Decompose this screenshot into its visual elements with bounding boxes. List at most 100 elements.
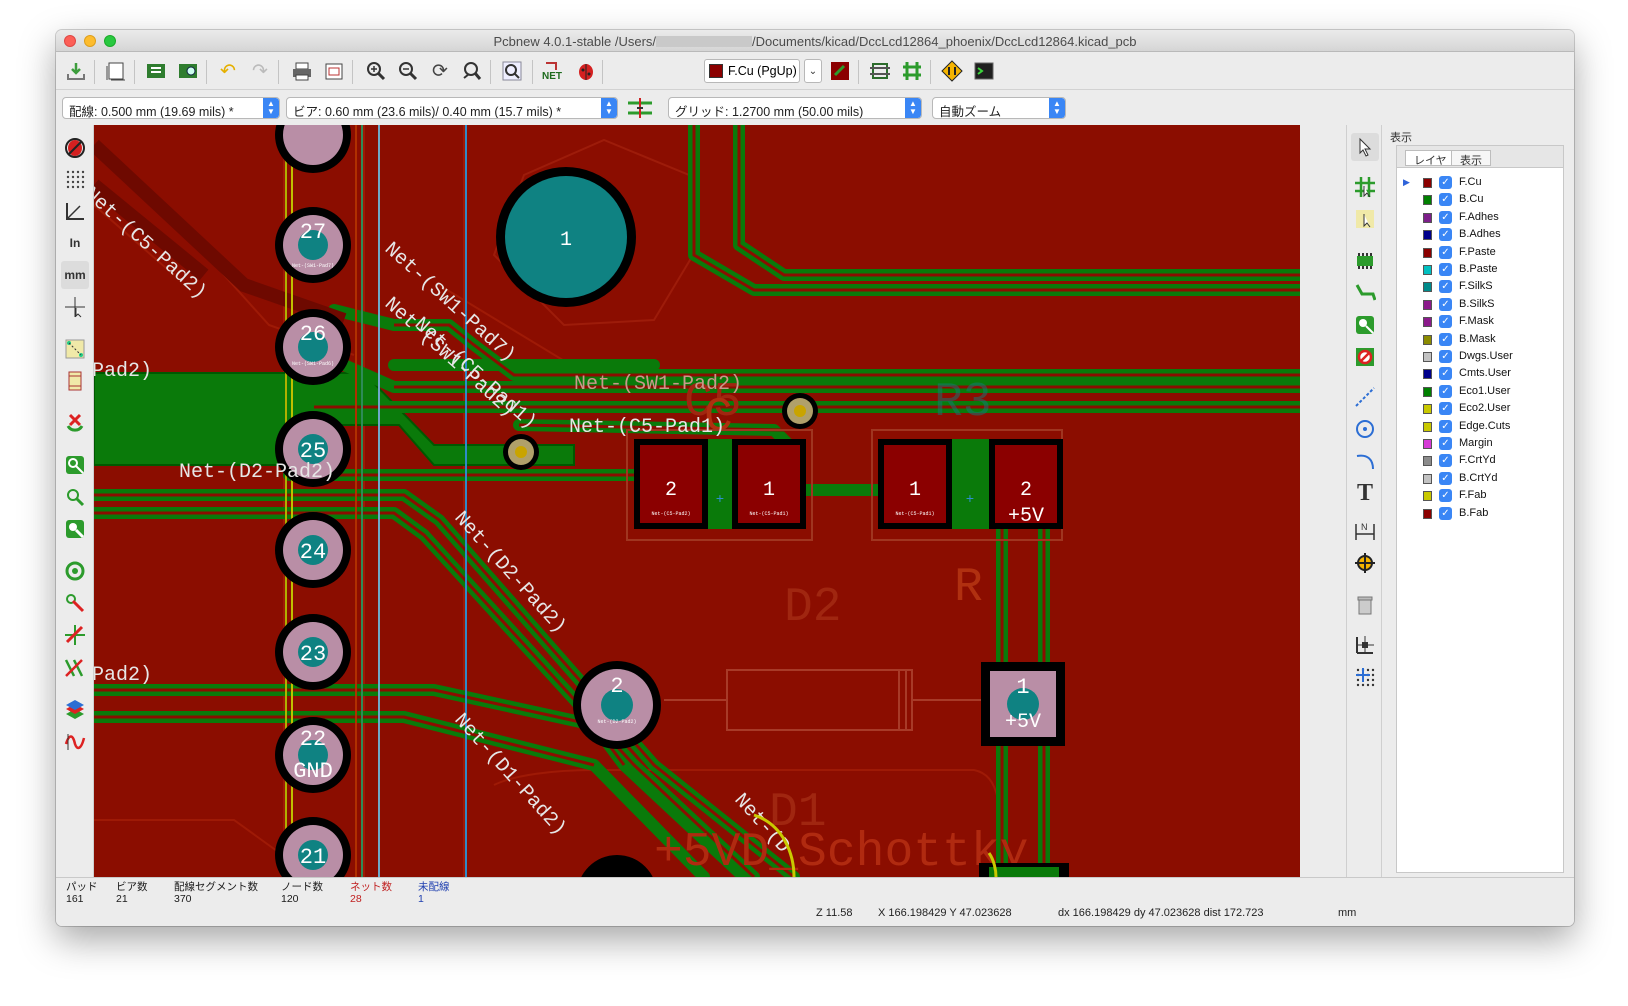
layer-visibility-checkbox[interactable]: ✓ (1439, 419, 1452, 433)
highlight-net-icon[interactable] (1351, 173, 1379, 201)
zoom-select[interactable]: 自動ズーム ▲ ▼ (932, 97, 1066, 119)
scripting-console-icon[interactable] (970, 57, 998, 85)
active-layer-select[interactable]: F.Cu (PgUp) (704, 59, 800, 83)
layer-visibility-checkbox[interactable]: ✓ (1439, 245, 1452, 259)
layer-color-swatch[interactable] (1423, 334, 1432, 345)
layer-visibility-checkbox[interactable]: ✓ (1439, 210, 1452, 224)
ratsnest-icon[interactable] (61, 335, 89, 363)
layer-visibility-checkbox[interactable]: ✓ (1439, 176, 1452, 189)
module-ratsnest-icon[interactable] (61, 367, 89, 395)
zone-outline-icon[interactable] (61, 557, 89, 585)
high-contrast-icon[interactable] (61, 589, 89, 617)
add-arc-icon[interactable] (1351, 447, 1379, 475)
layer-row[interactable]: ✓ F.Adhes (1397, 209, 1563, 226)
pcb-canvas[interactable]: 27 26 25 24 23 22 GND 21 Net-(SW1-Pad7) … (94, 125, 1300, 877)
chevron-down-icon[interactable]: ⌄ (804, 59, 822, 83)
redraw-icon[interactable]: ⟳ (426, 57, 454, 85)
add-circle-icon[interactable] (1351, 415, 1379, 443)
layer-color-swatch[interactable] (1423, 299, 1432, 310)
add-footprint-icon[interactable] (1351, 247, 1379, 275)
layer-pair-icon[interactable] (826, 57, 854, 85)
show-microwave-icon[interactable] (61, 621, 89, 649)
layer-row[interactable]: ✓ Eco2.User (1397, 400, 1563, 417)
layer-visibility-checkbox[interactable]: ✓ (1439, 489, 1452, 503)
layer-row[interactable]: ✓ F.CrtYd (1397, 452, 1563, 469)
via-size-select[interactable]: ビア: 0.60 mm (23.6 mils)/ 0.40 mm (15.7 m… (286, 97, 618, 119)
save-board-icon[interactable] (62, 57, 90, 85)
layer-color-swatch[interactable] (1423, 404, 1432, 415)
layer-visibility-checkbox[interactable]: ✓ (1439, 193, 1452, 207)
microwave-toolbar-icon[interactable] (61, 727, 89, 755)
print-icon[interactable] (288, 57, 316, 85)
layer-row[interactable]: ✓ F.Mask (1397, 313, 1563, 330)
zoom-out-icon[interactable] (394, 57, 422, 85)
layer-color-swatch[interactable] (1423, 195, 1432, 206)
layer-color-swatch[interactable] (1423, 491, 1432, 502)
layer-visibility-checkbox[interactable]: ✓ (1439, 228, 1452, 242)
tab-render[interactable]: 表示 (1451, 150, 1491, 167)
layer-color-swatch[interactable] (1423, 439, 1432, 449)
layer-row[interactable]: ▶ ✓ F.Cu (1397, 174, 1563, 191)
layer-color-swatch[interactable] (1423, 230, 1432, 241)
delete-trash-icon[interactable] (1351, 591, 1379, 619)
redo-icon[interactable]: ↷ (246, 57, 274, 85)
layer-row[interactable]: ✓ F.SilkS (1397, 278, 1563, 295)
layer-visibility-checkbox[interactable]: ✓ (1439, 402, 1452, 416)
polar-coords-icon[interactable] (61, 197, 89, 225)
netlist-icon[interactable]: NET (540, 57, 568, 85)
layer-visibility-checkbox[interactable]: ✓ (1439, 454, 1452, 468)
track-width-select[interactable]: 配線: 0.500 mm (19.69 mils) * ▲ ▼ (62, 97, 280, 119)
library-browser-icon[interactable] (174, 57, 202, 85)
tab-layers[interactable]: レイヤ (1405, 150, 1456, 167)
cursor-shape-icon[interactable] (61, 293, 89, 321)
zoom-fit-icon[interactable] (458, 57, 486, 85)
layer-color-swatch[interactable] (1423, 352, 1432, 362)
layer-color-swatch[interactable] (1423, 265, 1432, 275)
add-text-icon[interactable]: T (1351, 479, 1379, 507)
track-sketch-icon[interactable] (61, 515, 89, 543)
pad-sketch-icon[interactable] (61, 451, 89, 479)
mm-units-icon[interactable]: mm (61, 261, 89, 289)
auto-track-width-icon[interactable] (626, 94, 654, 122)
layer-row[interactable]: ✓ Margin (1397, 435, 1563, 452)
layer-visibility-checkbox[interactable]: ✓ (1439, 350, 1452, 363)
add-via-icon[interactable] (1351, 311, 1379, 339)
via-sketch-icon[interactable] (61, 483, 89, 511)
layer-visibility-checkbox[interactable]: ✓ (1439, 506, 1452, 520)
auto-delete-track-icon[interactable] (61, 409, 89, 437)
inch-units-icon[interactable]: In (61, 229, 89, 257)
layer-row[interactable]: ✓ F.Paste (1397, 244, 1563, 261)
plot-icon[interactable] (320, 57, 348, 85)
layer-row[interactable]: ✓ F.Fab (1397, 487, 1563, 504)
show-layers-manager-icon[interactable] (61, 695, 89, 723)
footprint-mode-icon[interactable] (866, 57, 894, 85)
grid-origin-icon[interactable] (1351, 663, 1379, 691)
track-mode-icon[interactable] (898, 57, 926, 85)
layer-row[interactable]: ✓ B.Fab (1397, 505, 1563, 522)
layer-row[interactable]: ✓ B.Adhes (1397, 226, 1563, 243)
add-dimension-icon[interactable]: N (1351, 517, 1379, 545)
layer-color-swatch[interactable] (1423, 247, 1432, 258)
layer-row[interactable]: ✓ Edge.Cuts (1397, 418, 1563, 435)
undo-icon[interactable]: ↶ (214, 57, 242, 85)
layer-visibility-checkbox[interactable]: ✓ (1439, 297, 1452, 311)
layer-visibility-checkbox[interactable]: ✓ (1439, 437, 1452, 450)
zoom-in-icon[interactable] (362, 57, 390, 85)
select-arrow-icon[interactable] (1351, 133, 1379, 161)
layer-row[interactable]: ✓ B.Cu (1397, 191, 1563, 208)
layer-color-swatch[interactable] (1423, 386, 1432, 397)
layer-visibility-checkbox[interactable]: ✓ (1439, 315, 1452, 329)
add-line-icon[interactable] (1351, 383, 1379, 411)
local-ratsnest-icon[interactable] (1351, 205, 1379, 233)
layer-row[interactable]: ✓ B.SilkS (1397, 296, 1563, 313)
layer-visibility-checkbox[interactable]: ✓ (1439, 367, 1452, 381)
page-settings-icon[interactable] (102, 57, 130, 85)
drc-off-icon[interactable] (61, 133, 89, 161)
layer-color-swatch[interactable] (1423, 421, 1432, 432)
layer-visibility-checkbox[interactable]: ✓ (1439, 471, 1452, 485)
layer-color-swatch[interactable] (1423, 178, 1432, 188)
route-track-icon[interactable] (1351, 279, 1379, 307)
layer-row[interactable]: ✓ Dwgs.User (1397, 348, 1563, 365)
layer-visibility-checkbox[interactable]: ✓ (1439, 332, 1452, 346)
layer-row[interactable]: ✓ B.CrtYd (1397, 470, 1563, 487)
